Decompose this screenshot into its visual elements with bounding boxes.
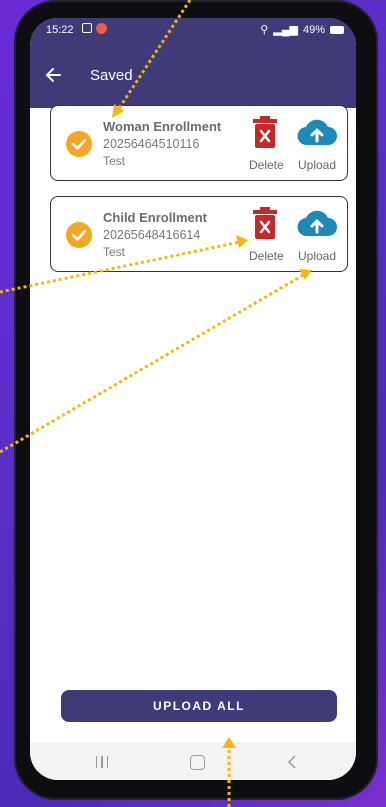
cloud-upload-icon[interactable] xyxy=(297,209,337,237)
check-circle-icon xyxy=(66,131,92,157)
status-time: 15:22 xyxy=(46,24,74,36)
record-name: Woman Enrollment xyxy=(103,119,222,134)
saved-record-card: Woman Enrollment 20256464510116 Test Del… xyxy=(50,105,348,181)
app-screen: 15:22 ⚲ ▂▄▆ 49% Saved Woman Enrollment 2… xyxy=(30,18,356,780)
system-nav-bar xyxy=(30,742,356,780)
upload-button[interactable]: Upload xyxy=(298,249,336,263)
battery-percent: 49% xyxy=(302,23,325,36)
status-bar: 15:22 ⚲ ▂▄▆ 49% xyxy=(30,18,356,44)
recent-apps-icon[interactable] xyxy=(94,756,110,770)
record-note: Test xyxy=(103,245,126,259)
upload-all-button[interactable]: UPLOAD ALL xyxy=(61,690,337,722)
record-id: 20265648416614 xyxy=(103,228,201,242)
cloud-upload-icon[interactable] xyxy=(297,118,337,146)
back-chevron-icon[interactable] xyxy=(286,754,298,770)
upload-button[interactable]: Upload xyxy=(298,158,336,172)
delete-icon[interactable] xyxy=(251,115,279,149)
delete-button[interactable]: Delete xyxy=(249,158,284,172)
home-icon[interactable] xyxy=(190,755,205,770)
check-circle-icon xyxy=(66,222,92,248)
arrow-left-icon[interactable] xyxy=(44,66,62,84)
signal-icon: ▂▄▆ xyxy=(273,24,298,36)
app-notification-icon xyxy=(96,23,107,34)
saved-record-card: Child Enrollment 20265648416614 Test Del… xyxy=(50,196,348,272)
record-id: 20256464510116 xyxy=(103,137,200,151)
app-bar: Saved xyxy=(30,44,356,108)
delete-icon[interactable] xyxy=(251,206,279,240)
page-title: Saved xyxy=(90,67,133,84)
image-notification-icon xyxy=(82,23,92,33)
delete-button[interactable]: Delete xyxy=(249,249,284,263)
record-note: Test xyxy=(103,154,126,168)
record-name: Child Enrollment xyxy=(103,210,207,225)
battery-icon xyxy=(330,25,344,34)
location-icon: ⚲ xyxy=(260,24,269,36)
